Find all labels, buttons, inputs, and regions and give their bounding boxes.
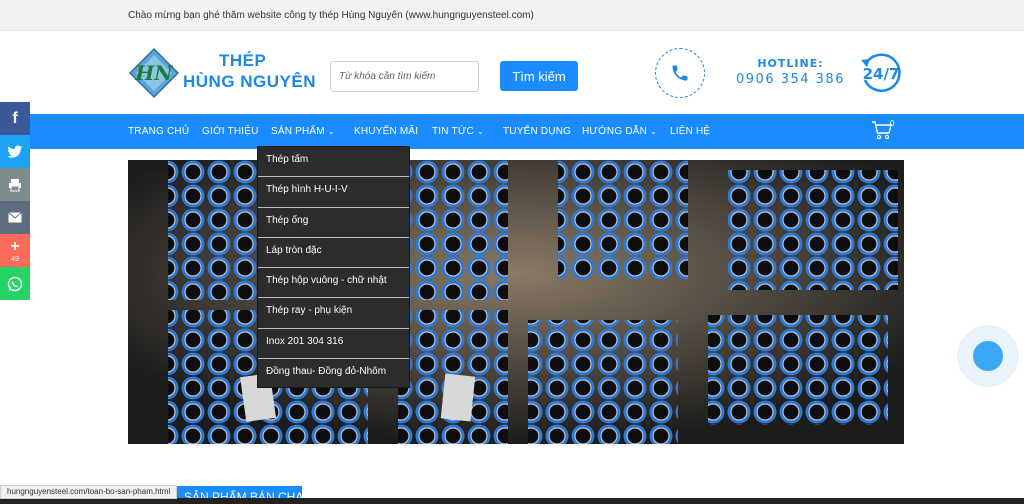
steel-pipes-image	[128, 160, 904, 444]
print-icon	[9, 178, 21, 191]
hotline-number[interactable]: 0906 354 386	[736, 72, 845, 87]
share-count: 49	[11, 256, 19, 263]
logo-text[interactable]: THÉP HÙNG NGUYÊN	[183, 52, 316, 90]
dropdown-item[interactable]: Thép hộp vuông - chữ nhật	[258, 268, 409, 299]
facebook-share-button[interactable]: f	[0, 102, 30, 135]
support-24-7-icon: 24/7	[861, 53, 901, 92]
nav-item-tin-tuc-label: TIN TỨC	[432, 126, 474, 137]
floating-contact-button[interactable]	[957, 325, 1019, 387]
social-share-bar: f + 49	[0, 102, 30, 300]
twitter-icon	[7, 145, 23, 158]
more-share-button[interactable]: + 49	[0, 234, 30, 267]
search-button[interactable]: Tìm kiếm	[500, 61, 578, 91]
email-share-button[interactable]	[0, 201, 30, 234]
whatsapp-share-button[interactable]	[0, 267, 30, 300]
twitter-share-button[interactable]	[0, 135, 30, 168]
nav-item-huong-dan-label: HƯỚNG DẪN	[582, 126, 648, 137]
cart-count: 0	[890, 119, 895, 128]
dropdown-item[interactable]: Thép ray - phụ kiện	[258, 298, 409, 329]
nav-item-khuyen-mai[interactable]: KHUYẾN MÃI	[354, 126, 418, 137]
svg-text:HN: HN	[134, 61, 173, 85]
phone-badge[interactable]	[655, 48, 705, 98]
nav-item-lien-he[interactable]: LIÊN HỆ	[670, 126, 710, 137]
nav-item-huong-dan[interactable]: HƯỚNG DẪN ⌄	[582, 126, 657, 137]
dropdown-item[interactable]: Láp tròn đặc	[258, 238, 409, 269]
email-icon	[8, 212, 22, 223]
hero-banner[interactable]	[128, 160, 904, 444]
status-bar-url: hungnguyensteel.com/toan-bo-san-pham.htm…	[0, 485, 178, 499]
support-badge-text: 24/7	[863, 65, 900, 83]
plus-icon: +	[10, 238, 20, 255]
phone-icon	[672, 65, 688, 81]
dropdown-item[interactable]: Đồng thau- Đồng đỏ-Nhôm	[258, 359, 409, 389]
search-input[interactable]	[330, 61, 479, 92]
dropdown-item[interactable]: Inox 201 304 316	[258, 329, 409, 360]
hotline-label: HOTLINE:	[757, 57, 824, 70]
logo-line-1: THÉP	[219, 51, 267, 70]
chevron-down-icon: ⌄	[650, 127, 657, 136]
nav-item-san-pham[interactable]: SẢN PHẨM ⌄	[271, 126, 335, 137]
facebook-icon: f	[12, 109, 18, 127]
chevron-down-icon: ⌄	[327, 127, 335, 136]
print-button[interactable]	[0, 168, 30, 201]
dropdown-item[interactable]: Thép ống	[258, 208, 409, 238]
nav-item-gioi-thieu[interactable]: GIỚI THIỆU	[202, 126, 259, 137]
nav-item-tin-tuc[interactable]: TIN TỨC ⌄	[432, 126, 484, 137]
top-bar: Chào mừng bạn ghé thăm website công ty t…	[0, 0, 1024, 31]
products-dropdown: Thép tấm Thép hình H-U-I-V Thép ống Láp …	[257, 146, 410, 388]
whatsapp-icon	[7, 276, 23, 291]
dropdown-item[interactable]: Thép tấm	[258, 147, 409, 178]
welcome-text: Chào mừng bạn ghé thăm website công ty t…	[128, 10, 534, 21]
nav-item-trang-chu[interactable]: TRANG CHỦ	[128, 126, 189, 137]
chevron-down-icon: ⌄	[476, 127, 484, 136]
nav-item-tuyen-dung[interactable]: TUYỂN DỤNG	[503, 126, 571, 137]
nav-item-san-pham-label: SẢN PHẨM	[271, 126, 325, 137]
dropdown-item[interactable]: Thép hình H-U-I-V	[258, 177, 409, 208]
hotline: HOTLINE: 0906 354 386	[736, 57, 845, 87]
contact-bubble-icon	[973, 341, 1003, 371]
logo-icon[interactable]: HN	[128, 47, 180, 99]
logo-line-2: HÙNG NGUYÊN	[183, 72, 317, 91]
